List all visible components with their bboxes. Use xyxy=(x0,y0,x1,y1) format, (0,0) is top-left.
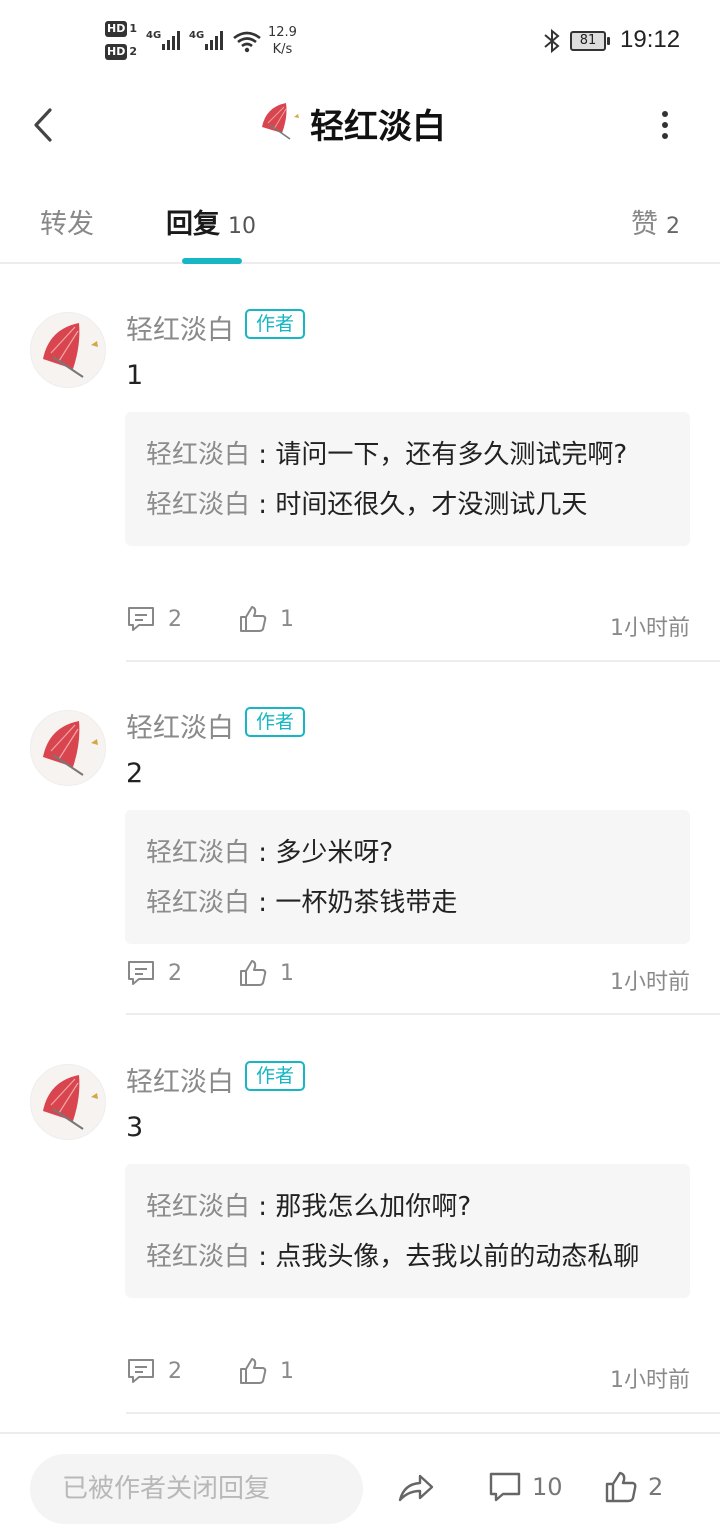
thread-reply: 轻红淡白 : 时间还很久，才没测试几天 xyxy=(146,490,588,520)
comment-count: 10 xyxy=(532,1473,563,1501)
reply-author: 轻红淡白 xyxy=(146,1242,251,1272)
comment-icon xyxy=(489,1472,521,1502)
clock: 19:12 xyxy=(620,26,681,53)
comment-author[interactable]: 轻红淡白 xyxy=(126,308,234,347)
comment-icon xyxy=(128,961,154,985)
tab-bar: 转发 回复 10 赞2 xyxy=(0,180,720,264)
like-button[interactable]: 1 xyxy=(238,958,294,988)
comment-text: 3 xyxy=(126,1112,144,1143)
reply-count: 2 xyxy=(168,960,182,986)
comment-actions: 2 1 1小时前 xyxy=(126,958,690,998)
comment-author[interactable]: 轻红淡白 xyxy=(126,1060,234,1099)
author-badge: 作者 xyxy=(245,707,306,737)
reply-thread[interactable]: 轻红淡白 : 请问一下，还有多久测试完啊? 轻红淡白 : 时间还很久，才没测试几… xyxy=(125,412,690,546)
comment-time: 1小时前 xyxy=(610,616,690,641)
umbrella-avatar xyxy=(43,1075,98,1130)
network-type-label: 4G xyxy=(189,30,204,41)
reply-input[interactable] xyxy=(30,1454,363,1524)
hd-icon: HD 1 HD 2 xyxy=(105,21,137,60)
thumbs-up-icon xyxy=(240,1358,267,1384)
back-arrow-icon[interactable] xyxy=(26,104,62,146)
like-count: 1 xyxy=(280,960,294,986)
umbrella-avatar xyxy=(43,323,98,378)
page-title-group[interactable]: 轻红淡白 xyxy=(256,98,446,148)
thread-reply: 轻红淡白 : 点我头像，去我以前的动态私聊 xyxy=(146,1242,640,1272)
author-badge: 作者 xyxy=(245,309,306,339)
page-title: 轻红淡白 xyxy=(310,106,446,147)
wifi-icon xyxy=(233,31,261,53)
comment-text: 1 xyxy=(126,360,144,391)
tab-forward[interactable]: 转发 xyxy=(40,202,94,241)
divider xyxy=(126,1013,720,1015)
more-vertical-icon[interactable] xyxy=(650,104,680,146)
bottom-action-bar: 10 2 xyxy=(0,1432,720,1540)
thumbs-up-icon xyxy=(240,606,267,632)
bluetooth-icon xyxy=(544,28,560,54)
like-count: 1 xyxy=(280,606,294,632)
comment-actions: 2 1 1小时前 xyxy=(126,604,690,644)
thumbs-up-icon xyxy=(605,1471,637,1503)
share-button[interactable] xyxy=(396,1470,446,1506)
share-arrow-icon xyxy=(398,1474,434,1502)
reply-author: 轻红淡白 xyxy=(146,1192,251,1222)
top-navbar: 轻红淡白 xyxy=(0,80,720,170)
signal-icon: 4G xyxy=(189,30,223,50)
thread-reply: 轻红淡白 : 一杯奶茶钱带走 xyxy=(146,888,458,918)
reply-count: 2 xyxy=(168,1358,182,1384)
reply-button[interactable]: 2 xyxy=(126,958,182,988)
like-count: 2 xyxy=(648,1473,664,1501)
signal-icon: 4G xyxy=(146,30,180,50)
comment-time: 1小时前 xyxy=(610,970,690,995)
divider xyxy=(126,660,720,662)
status-bar: HD 1 HD 2 4G 4G 12.9 K/s 81 19:12 xyxy=(0,0,720,80)
like-button[interactable]: 1 xyxy=(238,604,294,634)
avatar[interactable] xyxy=(30,312,106,388)
umbrella-avatar xyxy=(262,103,299,140)
comment-icon xyxy=(128,607,154,631)
tab-reply[interactable]: 回复 10 xyxy=(166,202,256,241)
thread-reply: 轻红淡白 : 那我怎么加你啊? xyxy=(146,1192,472,1222)
reply-thread[interactable]: 轻红淡白 : 多少米呀? 轻红淡白 : 一杯奶茶钱带走 xyxy=(125,810,690,944)
thread-reply: 轻红淡白 : 多少米呀? xyxy=(146,838,394,868)
network-speed: 12.9 K/s xyxy=(268,25,297,57)
reply-button[interactable]: 2 xyxy=(126,1356,182,1386)
comment-text: 2 xyxy=(126,758,144,789)
comment-icon xyxy=(128,1359,154,1383)
avatar[interactable] xyxy=(30,710,106,786)
umbrella-avatar xyxy=(43,721,98,776)
battery-icon: 81 xyxy=(570,31,610,51)
reply-thread[interactable]: 轻红淡白 : 那我怎么加你啊? 轻红淡白 : 点我头像，去我以前的动态私聊 xyxy=(125,1164,690,1298)
reply-author: 轻红淡白 xyxy=(146,888,251,918)
comment-count-button[interactable]: 10 xyxy=(488,1470,563,1504)
like-button[interactable]: 1 xyxy=(238,1356,294,1386)
author-badge: 作者 xyxy=(245,1061,306,1091)
comment-actions: 2 1 1小时前 xyxy=(126,1356,690,1396)
reply-count: 2 xyxy=(168,606,182,632)
reply-button[interactable]: 2 xyxy=(126,604,182,634)
like-count: 1 xyxy=(280,1358,294,1384)
network-type-label: 4G xyxy=(146,30,161,41)
reply-author: 轻红淡白 xyxy=(146,490,251,520)
like-post-button[interactable]: 2 xyxy=(604,1470,663,1504)
active-tab-indicator xyxy=(182,258,242,264)
reply-author: 轻红淡白 xyxy=(146,440,251,470)
tab-like[interactable]: 赞2 xyxy=(631,202,680,241)
avatar[interactable] xyxy=(30,1064,106,1140)
comment-time: 1小时前 xyxy=(610,1368,690,1393)
thumbs-up-icon xyxy=(240,960,267,986)
reply-author: 轻红淡白 xyxy=(146,838,251,868)
thread-reply: 轻红淡白 : 请问一下，还有多久测试完啊? xyxy=(146,440,628,470)
divider xyxy=(126,1412,720,1414)
comment-author[interactable]: 轻红淡白 xyxy=(126,706,234,745)
